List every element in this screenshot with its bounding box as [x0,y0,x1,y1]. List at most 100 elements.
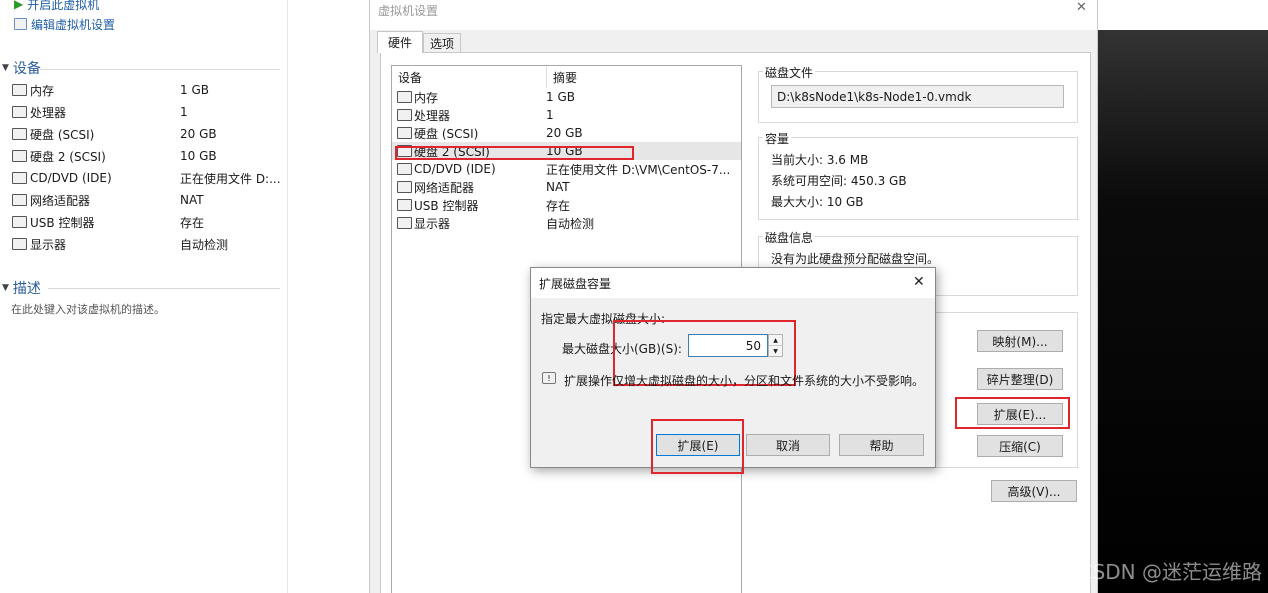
dialog-info-text: 扩展操作仅增大虚拟磁盘的大小，分区和文件系统的大小不受影响。 [564,374,925,388]
device-name-cell: 显示器 [12,236,180,253]
window-title: 虚拟机设置 [378,4,439,18]
device-list-row[interactable]: 内存 1 GB [392,88,741,106]
disk-file-path-field[interactable]: D:\k8sNode1\k8s-Node1-0.vmdk [771,85,1064,108]
device-summary: 存在 [546,198,571,213]
device-list-row[interactable]: 处理器 1 [392,106,741,124]
device-list-row[interactable]: 显示器 自动检测 [392,214,741,232]
device-row[interactable]: 硬盘 2 (SCSI) 10 GB [12,146,282,166]
device-row[interactable]: 处理器 1 [12,102,282,122]
device-icon [12,194,27,206]
device-row[interactable]: 显示器 自动检测 [12,234,282,254]
device-name-cell: CD/DVD (IDE) [12,171,180,185]
device-icon [12,238,27,250]
advanced-button[interactable]: 高级(V)... [991,480,1077,502]
available-space: 系统可用空间: 450.3 GB [771,174,907,188]
device-name-cell: USB 控制器 [392,197,546,214]
disk-info-text: 没有为此硬盘预分配磁盘空间。 [771,252,940,266]
device-list-row[interactable]: 硬盘 (SCSI) 20 GB [392,124,741,142]
device-name-cell: CD/DVD (IDE) [392,162,546,176]
power-on-link[interactable]: ▶ 开启此虚拟机 [14,0,99,13]
device-value: 1 GB [180,83,209,97]
column-header-summary[interactable]: 摘要 [546,66,577,88]
tab-hardware[interactable]: 硬件 [377,31,423,53]
device-row[interactable]: USB 控制器 存在 [12,212,282,232]
device-icon [397,181,412,193]
current-size: 当前大小: 3.6 MB [771,153,869,167]
device-icon [397,163,412,175]
device-name: 硬盘 2 (SCSI) [30,149,106,164]
device-name-cell: 网络适配器 [12,192,180,209]
play-icon: ▶ [14,0,24,11]
edit-settings-link[interactable]: 编辑虚拟机设置 [14,15,115,33]
device-icon [397,109,412,121]
vm-summary-panel: ▶ 开启此虚拟机 编辑虚拟机设置 ▼ 设备 ▼ 描述 在此处键入对该虚拟机的描述… [0,0,288,593]
device-icon [397,217,412,229]
device-icon [12,216,27,228]
device-name: 内存 [414,90,439,105]
compact-button[interactable]: 压缩(C) [977,435,1063,457]
description-section-header[interactable]: ▼ 描述 [2,279,41,297]
device-name: 显示器 [30,237,67,252]
device-summary: 20 GB [546,126,583,140]
defrag-button[interactable]: 碎片整理(D) [977,368,1063,390]
device-name: 显示器 [414,216,451,231]
device-icon [12,128,27,140]
device-name: CD/DVD (IDE) [414,162,496,176]
device-row[interactable]: 硬盘 (SCSI) 20 GB [12,124,282,144]
description-placeholder[interactable]: 在此处键入对该虚拟机的描述。 [11,301,165,317]
devices-section-header[interactable]: ▼ 设备 [2,59,41,77]
device-value: 正在使用文件 D:... [180,171,280,186]
device-name-cell: 硬盘 (SCSI) [12,126,180,143]
device-list-row[interactable]: 网络适配器 NAT [392,178,741,196]
device-row[interactable]: 内存 1 GB [12,80,282,100]
max-size: 最大大小: 10 GB [771,195,864,209]
dialog-title: 扩展磁盘容量 [539,276,612,291]
device-row[interactable]: CD/DVD (IDE) 正在使用文件 D:... [12,168,282,188]
edit-icon [14,18,27,30]
annotation-highlight [651,419,744,474]
annotation-highlight [955,397,1070,429]
device-list-row[interactable]: USB 控制器 存在 [392,196,741,214]
device-value: 10 GB [180,149,217,163]
device-summary: NAT [546,180,570,194]
watermark: CSDN @迷茫运维路 [1078,560,1262,584]
device-row[interactable]: 网络适配器 NAT [12,190,282,210]
map-button[interactable]: 映射(M)... [977,330,1063,352]
device-value: 存在 [180,215,205,230]
device-list-row[interactable]: CD/DVD (IDE) 正在使用文件 D:\VM\CentOS-7... [392,160,741,178]
device-name-cell: 显示器 [392,215,546,232]
column-header-device[interactable]: 设备 [392,69,546,86]
device-name: 网络适配器 [414,180,475,195]
device-name-cell: 硬盘 2 (SCSI) [12,148,180,165]
device-list-header: 设备 摘要 [392,66,741,88]
collapse-icon: ▼ [2,283,9,293]
device-value: 20 GB [180,127,217,141]
device-name: 处理器 [414,108,451,123]
device-name-cell: 处理器 [392,107,546,124]
device-name: 硬盘 (SCSI) [414,126,479,141]
annotation-highlight [395,146,634,160]
device-icon [397,127,412,139]
device-icon [397,91,412,103]
expand-disk-dialog: 扩展磁盘容量 ✕ 指定最大虚拟磁盘大小: 最大磁盘大小(GB)(S): 50 ▲… [530,267,936,474]
device-name-cell: 内存 [392,89,546,106]
device-summary: 1 GB [546,90,575,104]
device-value: NAT [180,193,204,207]
tab-options[interactable]: 选项 [423,33,461,52]
dialog-titlebar: 扩展磁盘容量 [531,268,935,298]
device-name-cell: USB 控制器 [12,214,180,231]
dialog-help-button[interactable]: 帮助 [839,434,924,456]
device-summary: 自动检测 [546,216,595,231]
dialog-cancel-button[interactable]: 取消 [746,434,830,456]
divider [48,288,280,289]
dialog-close-icon[interactable]: ✕ [913,274,925,290]
device-name: 网络适配器 [30,193,91,208]
device-value: 自动检测 [180,237,229,252]
device-name-cell: 硬盘 (SCSI) [392,125,546,142]
device-name: 处理器 [30,105,67,120]
vm-console-background [1098,30,1268,593]
device-name: CD/DVD (IDE) [30,171,112,185]
disk-file-label: 磁盘文件 [763,64,816,81]
window-close-icon[interactable]: ✕ [1076,0,1087,15]
device-icon [12,106,27,118]
